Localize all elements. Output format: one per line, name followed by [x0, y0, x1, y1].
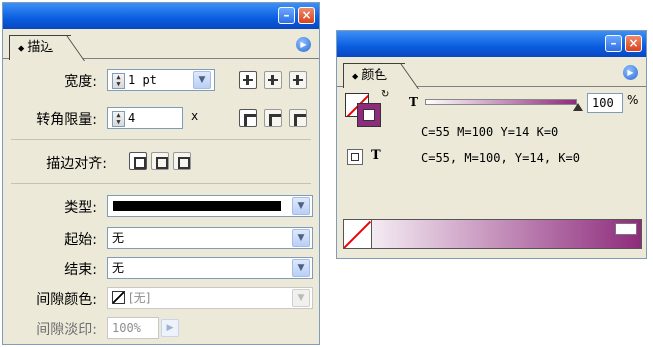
align-inside-button[interactable] — [151, 152, 169, 170]
weight-label: 宽度: — [64, 74, 97, 90]
gap-color-dropdown-button[interactable]: ▼ — [292, 289, 310, 307]
ramp-white-swatch[interactable] — [615, 223, 637, 235]
align-stroke-label: 描边对齐: — [46, 156, 107, 172]
projecting-cap-button[interactable] — [289, 71, 307, 89]
cmyk-readout-secondary: C=55, M=100, Y=14, K=0 — [421, 151, 580, 165]
gap-color-value: [无] — [129, 291, 151, 305]
container-icon — [351, 153, 359, 161]
gap-color-dropdown[interactable]: [无] — [107, 287, 313, 309]
weight-stepper[interactable]: ▲ ▼ — [112, 72, 125, 89]
start-label: 起始: — [64, 232, 97, 248]
weight-dropdown-button[interactable]: ▼ — [193, 71, 211, 89]
gap-color-label: 间隙颜色: — [36, 292, 97, 308]
miter-limit-field[interactable]: ▲ ▼ 4 — [107, 107, 183, 129]
tint-letter: T — [409, 95, 418, 109]
round-join-button[interactable] — [264, 109, 282, 127]
miter-join-button[interactable] — [239, 109, 257, 127]
none-swatch-icon — [112, 291, 125, 304]
stroke-panel-titlebar[interactable]: – × — [3, 3, 319, 29]
minimize-button[interactable]: – — [278, 7, 295, 24]
tab-stroke-label: 描边 — [27, 40, 54, 55]
end-label: 结束: — [64, 262, 97, 278]
color-panel-titlebar[interactable]: – × — [337, 31, 646, 57]
start-dropdown-button[interactable]: ▼ — [292, 229, 310, 247]
end-dropdown-button[interactable]: ▼ — [292, 259, 310, 277]
color-ramp[interactable] — [343, 219, 642, 249]
stroke-tabrow: ⬥ 描边 ▶ — [3, 29, 319, 60]
panel-menu-button[interactable]: ▶ — [623, 65, 638, 80]
separator — [11, 139, 311, 140]
type-label: 类型: — [64, 200, 97, 216]
align-outside-button[interactable] — [173, 152, 191, 170]
gap-tint-arrow-button[interactable]: ▶ — [161, 319, 179, 337]
close-button[interactable]: × — [625, 35, 642, 52]
butt-cap-button[interactable] — [239, 71, 257, 89]
round-cap-button[interactable] — [264, 71, 282, 89]
end-dropdown[interactable]: 无 — [107, 257, 313, 279]
swap-fill-stroke-icon[interactable]: ↻ — [381, 89, 389, 100]
cmyk-readout-primary: C=55 M=100 Y=14 K=0 — [421, 125, 559, 139]
tab-collapse-icon[interactable]: ⬥ — [18, 44, 24, 54]
panel-menu-button[interactable]: ▶ — [296, 37, 311, 52]
stroke-panel: – × ⬥ 描边 ▶ 宽度: ▲ ▼ 1 pt ▼ 转角限量: ▲ ▼ 4 x 描边对齐:… — [2, 2, 320, 345]
close-button[interactable]: × — [298, 7, 315, 24]
minimize-button[interactable]: – — [605, 35, 622, 52]
gap-tint-label: 间隙淡印: — [36, 322, 97, 338]
color-tabrow: ⬥ 颜色 ▶ — [337, 57, 646, 88]
miter-limit-value: 4 — [128, 111, 136, 125]
formatting-text-button[interactable]: T — [371, 148, 381, 163]
tint-input[interactable]: 100 — [587, 93, 623, 113]
start-value: 无 — [112, 231, 125, 245]
tab-collapse-icon[interactable]: ⬥ — [352, 72, 358, 82]
miter-unit: x — [191, 109, 199, 123]
tint-unit: % — [627, 93, 639, 107]
color-panel: – × ⬥ 颜色 ▶ ↻ T 100 % C=55 M=100 Y=14 K=0 … — [336, 30, 647, 259]
gap-tint-field[interactable]: 100% — [107, 317, 159, 339]
miter-limit-stepper[interactable]: ▲ ▼ — [112, 110, 125, 127]
tint-slider[interactable] — [425, 99, 577, 105]
tab-color[interactable]: ⬥ 颜色 — [343, 63, 406, 88]
ramp-none-swatch[interactable] — [344, 220, 372, 248]
end-value: 无 — [112, 261, 125, 275]
weight-value: 1 pt — [128, 73, 157, 87]
gap-tint-value: 100% — [112, 321, 141, 335]
stroke-swatch-inner — [363, 109, 375, 121]
bevel-join-button[interactable] — [289, 109, 307, 127]
start-dropdown[interactable]: 无 — [107, 227, 313, 249]
stroke-swatch[interactable] — [357, 103, 381, 127]
tab-stroke[interactable]: ⬥ 描边 — [9, 35, 72, 60]
stroke-type-dropdown[interactable] — [107, 195, 313, 217]
align-center-button[interactable] — [129, 152, 147, 170]
formatting-container-button[interactable] — [347, 149, 363, 165]
separator — [11, 183, 311, 184]
miter-limit-label: 转角限量: — [36, 112, 97, 128]
solid-line-swatch — [113, 201, 281, 211]
tint-value: 100 — [592, 96, 614, 110]
tint-slider-thumb[interactable] — [573, 103, 583, 111]
stroke-type-dropdown-button[interactable]: ▼ — [292, 197, 310, 215]
tab-color-label: 颜色 — [361, 68, 388, 83]
